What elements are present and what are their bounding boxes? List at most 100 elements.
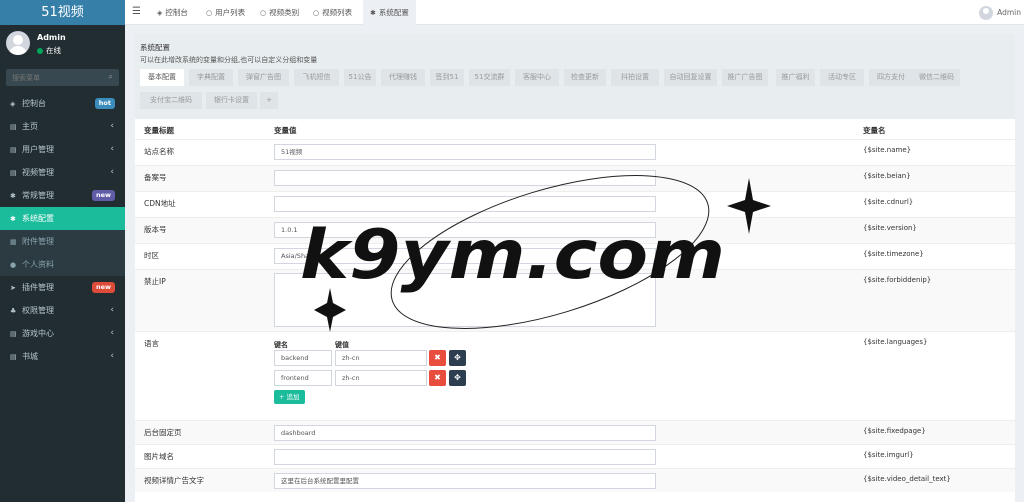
config-tab[interactable]: 自动回复设置 — [664, 69, 717, 86]
topbar: ☰ ◈ 控制台 ○ 用户列表 ○ 视频类别 ○ 视频列表 ✱ 系统配置 Admin — [125, 0, 1024, 25]
forbidden-ip-textarea[interactable] — [274, 273, 656, 327]
row-var-name: {$site.languages} — [863, 338, 928, 346]
value-field[interactable] — [274, 196, 656, 212]
table-row: 后台固定页 {$site.fixedpage} dashboard — [135, 420, 1015, 444]
config-tab[interactable]: 飞机短信 — [294, 69, 339, 86]
config-tab[interactable]: 代理赚钱 — [381, 69, 425, 86]
config-panel: 系统配置 可以在此增改系统的变量和分组,也可以自定义分组和变量 基本配置 字典配置… — [135, 34, 1015, 502]
config-tab[interactable]: 微信二维码 — [913, 69, 960, 86]
circle-icon: ○ — [313, 9, 320, 17]
search-input[interactable] — [6, 69, 119, 86]
key-input[interactable]: backend — [274, 350, 332, 366]
row-var-name: {$site.version} — [863, 224, 917, 232]
top-tab-2[interactable]: ○ 视频类别 — [253, 0, 306, 25]
table-row: 语言 {$site.languages} 键名 键值 backend zh-cn ✖ ✥ fro… — [135, 331, 1015, 420]
value-header: 键值 — [335, 341, 349, 349]
config-tab[interactable]: 银行卡设置 — [206, 92, 257, 109]
sidebar-item-4[interactable]: ✱ 常规管理 new — [0, 184, 125, 207]
value-field[interactable]: dashboard — [274, 425, 656, 441]
remove-icon[interactable]: ✖ — [429, 370, 446, 386]
config-tab[interactable]: 支付宝二维码 — [140, 92, 202, 109]
row-label: CDN地址 — [144, 199, 176, 208]
sidebar-item-3[interactable]: ▤ 视频管理 ‹ — [0, 161, 125, 184]
config-tab[interactable]: 抖拍设置 — [611, 69, 659, 86]
list-icon: ▤ — [10, 330, 17, 338]
table-row: 图片域名 {$site.imgurl} — [135, 444, 1015, 468]
key-header: 键名 — [274, 341, 288, 349]
value-input[interactable]: zh-cn — [335, 350, 427, 366]
search-icon[interactable]: ⌕ — [109, 72, 113, 82]
app-logo[interactable]: 51视频 — [0, 0, 125, 25]
sidebar-menu: ◈ 控制台 hot ▤ 主页 ‹ ▤ 用户管理 ‹ ▤ 视频管理 ‹ ✱ 常规管理 new ✱ 系统配置 ▦ 附件管… — [0, 92, 125, 368]
chevron-left-icon: ‹ — [110, 305, 114, 315]
sidebar-item-6[interactable]: ▦ 附件管理 — [0, 230, 125, 253]
config-tab[interactable]: 推广福利 — [776, 69, 815, 86]
sidebar-item-label: 用户管理 — [22, 145, 54, 154]
menu-toggle-icon[interactable]: ☰ — [132, 6, 141, 17]
add-group-button[interactable]: + — [260, 92, 278, 109]
sidebar-item-1[interactable]: ▤ 主页 ‹ — [0, 115, 125, 138]
value-field[interactable]: 51视频 — [274, 144, 656, 160]
sidebar-item-2[interactable]: ▤ 用户管理 ‹ — [0, 138, 125, 161]
config-tab[interactable]: 51公告 — [344, 69, 376, 86]
list-icon: ▤ — [10, 146, 17, 154]
top-avatar — [979, 6, 994, 20]
config-tab[interactable]: 推广广告图 — [722, 69, 768, 86]
config-tab[interactable]: 51交流群 — [469, 69, 510, 86]
top-user[interactable]: Admin — [979, 0, 1021, 25]
user-status-text: 在线 — [46, 46, 61, 55]
row-var-name: {$site.cdnurl} — [863, 198, 914, 206]
file-icon: ▦ — [10, 238, 17, 246]
sidebar-item-10[interactable]: ▤ 游戏中心 ‹ — [0, 322, 125, 345]
key-input[interactable]: frontend — [274, 370, 332, 386]
drag-move-icon[interactable]: ✥ — [449, 370, 466, 386]
sidebar-item-7[interactable]: ● 个人资料 — [0, 253, 125, 276]
menu-badge: hot — [94, 98, 115, 109]
append-button[interactable]: + 追加 — [274, 390, 305, 404]
config-tab[interactable]: 弹窗广告图 — [238, 69, 289, 86]
value-input[interactable]: zh-cn — [335, 370, 427, 386]
table-row: CDN地址 {$site.cdnurl} — [135, 191, 1015, 217]
config-tab[interactable]: 检查更新 — [564, 69, 606, 86]
config-tab[interactable]: 客服中心 — [515, 69, 559, 86]
chevron-left-icon: ‹ — [110, 121, 114, 131]
value-field[interactable] — [274, 170, 656, 186]
top-tab-0[interactable]: ◈ 控制台 — [150, 0, 195, 25]
row-var-name: {$site.beian} — [863, 172, 911, 180]
value-field[interactable]: 1.0.1 — [274, 222, 656, 238]
row-label: 视频详情广告文字 — [144, 476, 204, 485]
value-field[interactable]: Asia/Shanghai — [274, 248, 656, 264]
top-tab-label: 视频列表 — [322, 8, 353, 17]
top-tab-4[interactable]: ✱ 系统配置 — [363, 0, 416, 25]
sidebar-item-label: 系统配置 — [22, 214, 54, 223]
row-label: 时区 — [144, 251, 159, 260]
row-var-name: {$site.fixedpage} — [863, 427, 926, 435]
table-row: 禁止IP {$site.forbiddenip} — [135, 269, 1015, 331]
sidebar-item-0[interactable]: ◈ 控制台 hot — [0, 92, 125, 115]
table-row: 时区 {$site.timezone} Asia/Shanghai — [135, 243, 1015, 269]
config-tab[interactable]: 基本配置 — [140, 69, 184, 86]
sidebar-item-11[interactable]: ▤ 书城 ‹ — [0, 345, 125, 368]
sidebar-item-8[interactable]: ➤ 插件管理 new — [0, 276, 125, 299]
sidebar-item-label: 常规管理 — [22, 191, 54, 200]
sidebar-item-9[interactable]: ♣ 权限管理 ‹ — [0, 299, 125, 322]
drag-move-icon[interactable]: ✥ — [449, 350, 466, 366]
row-label: 备案号 — [144, 173, 167, 182]
sidebar-item-5[interactable]: ✱ 系统配置 — [0, 207, 125, 230]
top-tab-label: 用户列表 — [215, 8, 246, 17]
page-title: 系统配置 — [140, 43, 170, 52]
sidebar-item-label: 控制台 — [22, 99, 46, 108]
value-field[interactable]: 这里在后台系统配置里配置 — [274, 473, 656, 489]
config-tab[interactable]: 签到51 — [430, 69, 464, 86]
config-tab[interactable]: 字典配置 — [189, 69, 233, 86]
value-field[interactable] — [274, 449, 656, 465]
top-tab-3[interactable]: ○ 视频列表 — [306, 0, 359, 25]
row-label: 后台固定页 — [144, 428, 182, 437]
top-tab-1[interactable]: ○ 用户列表 — [199, 0, 252, 25]
remove-icon[interactable]: ✖ — [429, 350, 446, 366]
config-tab[interactable]: 四方支付 — [869, 69, 913, 86]
cogs-icon: ✱ — [10, 192, 16, 200]
top-tab-label: 控制台 — [165, 8, 188, 17]
sidebar-item-label: 游戏中心 — [22, 329, 54, 338]
config-tab[interactable]: 活动专区 — [820, 69, 864, 86]
